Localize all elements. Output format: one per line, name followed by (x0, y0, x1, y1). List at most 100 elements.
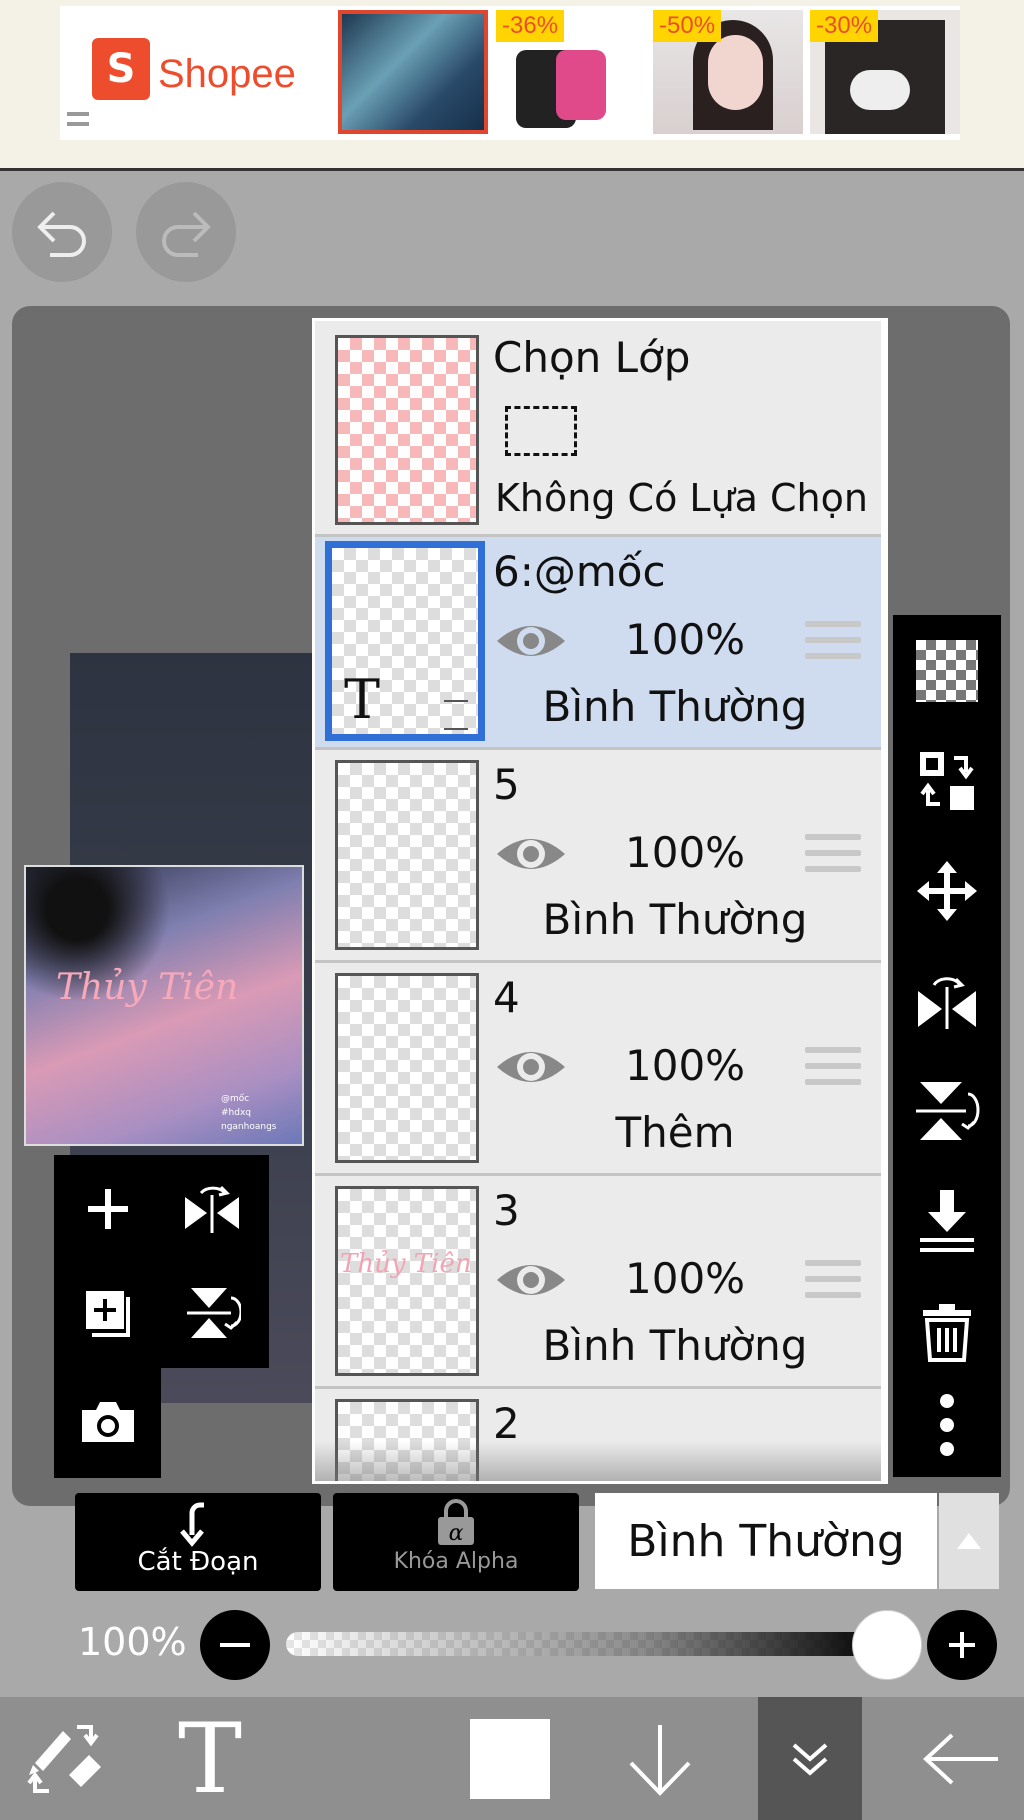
layer-blend-mode: Bình Thường (542, 1321, 808, 1370)
duplicate-layer-button[interactable] (60, 1265, 156, 1361)
layer-thumbnail (335, 760, 479, 950)
add-layer-button[interactable] (60, 1161, 156, 1257)
camera-icon (82, 1402, 134, 1442)
back-button[interactable] (900, 1697, 1020, 1820)
left-tool-panel-2 (54, 1368, 161, 1478)
swap-layers-button[interactable] (907, 741, 987, 821)
opacity-value: 100% (78, 1620, 187, 1664)
ad-product-3[interactable]: -50% (653, 10, 803, 134)
ad-product-2[interactable]: -36% (496, 10, 646, 134)
flip-v-button[interactable] (907, 1071, 987, 1151)
text-tool-icon: T (177, 1702, 243, 1815)
more-options-button[interactable] (907, 1385, 987, 1465)
collapse-panel-button[interactable] (758, 1697, 862, 1820)
flip-h-icon (918, 977, 976, 1029)
undo-icon (37, 211, 86, 257)
discount-badge: -36% (496, 10, 565, 42)
ad-product-1[interactable] (338, 10, 488, 134)
layer-thumbnail (335, 973, 479, 1163)
opacity-decrease-button[interactable] (200, 1610, 270, 1680)
layers-panel: Chọn Lớp Không Có Lựa Chọn T 6:@mốc 100%… (312, 318, 888, 1484)
flip-horizontal-button[interactable] (164, 1161, 260, 1257)
edit-tools-button[interactable] (10, 1697, 120, 1820)
more-icon (940, 1394, 954, 1456)
blend-mode-dropdown-button[interactable] (939, 1493, 999, 1589)
ad-banner[interactable]: S Shopee -36% -50% -30% (0, 0, 1024, 171)
blend-mode-select[interactable]: Bình Thường (595, 1493, 937, 1589)
flip-v-icon (916, 1082, 980, 1140)
back-icon (923, 1733, 998, 1784)
eye-icon[interactable] (495, 830, 567, 878)
selection-status: Không Có Lựa Chọn (495, 476, 868, 520)
minus-icon (220, 1643, 250, 1647)
layer-row[interactable]: 5 100% Bình Thường (315, 750, 881, 963)
plus-icon (949, 1632, 975, 1658)
eye-icon[interactable] (495, 1256, 567, 1304)
flip-h-button[interactable] (907, 961, 987, 1041)
opacity-slider[interactable] (286, 1632, 886, 1656)
delete-layer-button[interactable] (907, 1291, 987, 1371)
text-tool-button[interactable]: T (150, 1697, 270, 1820)
camera-button[interactable] (60, 1374, 156, 1470)
undo-button[interactable] (12, 182, 112, 282)
layer-opacity: 100% (625, 615, 746, 664)
opacity-increase-button[interactable] (927, 1610, 997, 1680)
layer-opacity: 100% (625, 1041, 746, 1090)
drag-handle-icon[interactable] (805, 834, 861, 878)
layer-name: 6:@mốc (493, 547, 666, 596)
move-down-button[interactable] (600, 1697, 720, 1820)
edit-tools-icon (27, 1724, 101, 1793)
collapse-icon (792, 1742, 828, 1776)
color-swatch-icon (470, 1718, 550, 1799)
duplicate-layer-icon (86, 1291, 130, 1337)
layer-thumbnail: Thủy Tiên (335, 1186, 479, 1376)
discount-badge: -30% (810, 10, 879, 42)
layer-opacity: 100% (625, 828, 746, 877)
alpha-lock-button[interactable]: α Khóa Alpha (333, 1493, 579, 1591)
ad-brand: Shopee (158, 52, 296, 96)
selection-title: Chọn Lớp (493, 333, 691, 382)
color-swatch-button[interactable] (450, 1697, 570, 1820)
drag-handle-icon[interactable] (805, 1260, 861, 1304)
layer-row[interactable]: Thủy Tiên 3 100% Bình Thường (315, 1176, 881, 1389)
selection-rect-icon (505, 406, 577, 456)
drag-handle-icon[interactable] (805, 1047, 861, 1091)
left-tool-panel (54, 1155, 269, 1368)
redo-button[interactable] (136, 182, 236, 282)
merge-down-button[interactable] (907, 1181, 987, 1261)
move-button[interactable] (907, 851, 987, 931)
selection-layer-row[interactable]: Chọn Lớp Không Có Lựa Chọn (315, 321, 881, 537)
image-preview: Thủy Tiên @mốc #hdxq nganhoangs (24, 865, 304, 1146)
layer-blend-mode: Bình Thường (542, 895, 808, 944)
shopee-logo-icon: S (92, 38, 150, 100)
bottom-toolbar: T (0, 1697, 1024, 1820)
layer-blend-mode: Bình Thường (542, 682, 808, 731)
flip-horizontal-icon (185, 1185, 239, 1233)
drag-handle-icon[interactable] (805, 621, 861, 665)
layer-name: 5 (493, 760, 520, 809)
layer-row[interactable]: 4 100% Thêm (315, 963, 881, 1176)
transparency-button[interactable] (907, 631, 987, 711)
layer-name: 3 (493, 1186, 520, 1235)
lock-alpha-icon: α (438, 1499, 474, 1546)
preview-title: Thủy Tiên (56, 967, 239, 1008)
swap-layers-icon (920, 752, 974, 810)
ad-product-4[interactable]: -30% (810, 10, 960, 134)
flip-vertical-button[interactable] (164, 1265, 260, 1361)
clip-button[interactable]: Cắt Đoạn (75, 1493, 321, 1591)
eye-icon[interactable] (495, 1043, 567, 1091)
triangle-up-icon (957, 1533, 981, 1549)
clip-label: Cắt Đoạn (137, 1547, 259, 1577)
down-arrow-icon (629, 1724, 691, 1796)
svg-text:α: α (449, 1521, 464, 1546)
redo-icon (162, 211, 211, 257)
layer-row[interactable]: T 6:@mốc 100% Bình Thường (315, 537, 881, 750)
trash-icon (923, 1304, 971, 1362)
layer-name: 4 (493, 973, 520, 1022)
discount-badge: -50% (653, 10, 722, 42)
layer-thumbnail: T (325, 541, 485, 741)
layer-blend-mode: Thêm (615, 1108, 735, 1157)
eye-icon[interactable] (495, 617, 567, 665)
ad-menu-icon[interactable] (67, 112, 89, 126)
opacity-slider-thumb[interactable] (852, 1610, 922, 1680)
